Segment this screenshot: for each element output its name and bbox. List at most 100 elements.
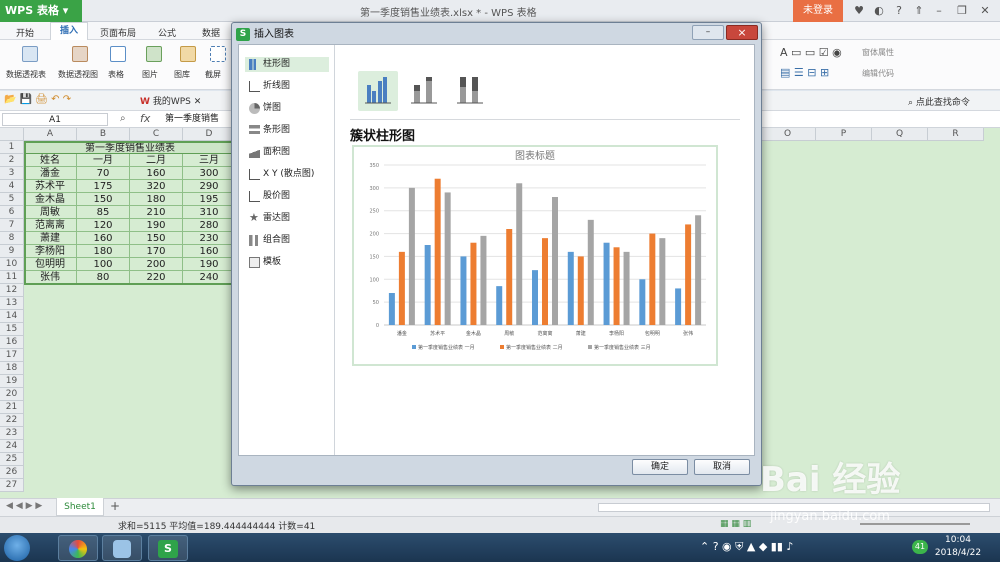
table-cell[interactable]: 240 xyxy=(183,271,236,284)
table-cell[interactable]: 范离离 xyxy=(24,219,77,232)
table-cell[interactable]: 180 xyxy=(130,193,183,206)
login-button[interactable]: 未登录 xyxy=(793,0,843,22)
menu-page-layout[interactable]: 页面布局 xyxy=(100,26,136,39)
menu-data[interactable]: 数据 xyxy=(202,26,220,39)
picture-button[interactable] xyxy=(146,46,162,62)
restore-icon[interactable]: ❐ xyxy=(955,4,969,17)
view-mode-icons[interactable]: ▦ ▦ ▥ xyxy=(720,519,751,529)
table-cell[interactable]: 220 xyxy=(130,271,183,284)
table-cell[interactable]: 70 xyxy=(77,167,130,180)
row-header[interactable]: 17 xyxy=(0,349,24,362)
column-header[interactable]: Q xyxy=(872,128,928,141)
percent-stacked-column-option[interactable] xyxy=(450,71,490,111)
name-box[interactable]: A1 xyxy=(2,113,108,126)
row-header[interactable]: 21 xyxy=(0,401,24,414)
minimize-icon[interactable]: – xyxy=(932,4,946,17)
row-header[interactable]: 19 xyxy=(0,375,24,388)
table-cell[interactable]: 80 xyxy=(77,271,130,284)
table-cell[interactable]: 包明明 xyxy=(24,258,77,271)
form-controls-icons[interactable]: ▤ ☰ ⊟ ⊞ xyxy=(780,66,829,79)
menu-formula[interactable]: 公式 xyxy=(158,26,176,39)
table-cell[interactable]: 100 xyxy=(77,258,130,271)
chart-type-line[interactable]: 折线图 xyxy=(245,79,329,94)
help-icon[interactable]: ? xyxy=(892,4,906,17)
table-title-cell[interactable]: 第一季度销售业绩表 xyxy=(24,141,236,154)
table-header-cell[interactable]: 姓名 xyxy=(24,154,77,167)
table-header-cell[interactable]: 一月 xyxy=(77,154,130,167)
table-cell[interactable]: 210 xyxy=(130,206,183,219)
taskbar-app-paint[interactable] xyxy=(102,535,142,561)
chart-type-template[interactable]: 模板 xyxy=(245,255,329,270)
row-header[interactable]: 13 xyxy=(0,297,24,310)
chart-type-area[interactable]: 面积图 xyxy=(245,145,329,160)
dialog-close-button[interactable]: × xyxy=(726,25,758,40)
chart-type-combo[interactable]: 组合图 xyxy=(245,233,329,248)
cancel-button[interactable]: 取消 xyxy=(694,459,750,475)
row-header[interactable]: 18 xyxy=(0,362,24,375)
table-cell[interactable]: 175 xyxy=(77,180,130,193)
row-header[interactable]: 23 xyxy=(0,427,24,440)
table-cell[interactable]: 金木晶 xyxy=(24,193,77,206)
clustered-column-option[interactable] xyxy=(358,71,398,111)
table-cell[interactable]: 苏术平 xyxy=(24,180,77,193)
add-sheet-button[interactable]: + xyxy=(110,499,120,513)
row-header[interactable]: 1 xyxy=(0,141,24,154)
row-header[interactable]: 27 xyxy=(0,479,24,492)
table-header-cell[interactable]: 二月 xyxy=(130,154,183,167)
column-header[interactable]: B xyxy=(77,128,130,141)
table-cell[interactable]: 160 xyxy=(183,245,236,258)
row-header[interactable]: 16 xyxy=(0,336,24,349)
column-header[interactable]: C xyxy=(130,128,183,141)
edit-code-button[interactable]: 编辑代码 xyxy=(862,68,894,79)
column-header[interactable]: A xyxy=(24,128,77,141)
row-header[interactable]: 4 xyxy=(0,180,24,193)
chart-type-pie[interactable]: 饼图 xyxy=(245,101,329,116)
clock-time[interactable]: 10:04 xyxy=(928,535,988,545)
chart-type-scatter[interactable]: X Y (散点图) xyxy=(245,167,329,182)
row-header[interactable]: 6 xyxy=(0,206,24,219)
table-cell[interactable]: 280 xyxy=(183,219,236,232)
stacked-column-option[interactable] xyxy=(404,71,444,111)
table-cell[interactable]: 290 xyxy=(183,180,236,193)
formula-input[interactable]: 第一季度销售 xyxy=(165,113,235,126)
ok-button[interactable]: 确定 xyxy=(632,459,688,475)
table-cell[interactable]: 195 xyxy=(183,193,236,206)
tray-counter-badge[interactable]: 41 xyxy=(912,540,928,554)
table-cell[interactable]: 190 xyxy=(130,219,183,232)
menu-insert[interactable]: 插入 xyxy=(50,22,88,41)
table-cell[interactable]: 170 xyxy=(130,245,183,258)
menu-home[interactable]: 开始 xyxy=(16,26,34,39)
column-header[interactable]: O xyxy=(760,128,816,141)
column-header[interactable]: R xyxy=(928,128,984,141)
row-header[interactable]: 9 xyxy=(0,245,24,258)
fx-label[interactable]: fx xyxy=(140,112,150,125)
zoom-icon[interactable]: ⌕ xyxy=(120,113,126,124)
row-header[interactable]: 24 xyxy=(0,440,24,453)
table-cell[interactable]: 230 xyxy=(183,232,236,245)
table-header-cell[interactable]: 三月 xyxy=(183,154,236,167)
sheet-tab[interactable]: Sheet1 xyxy=(56,498,104,516)
row-header[interactable]: 7 xyxy=(0,219,24,232)
row-header[interactable]: 12 xyxy=(0,284,24,297)
shape-tools-icons[interactable]: A ▭ ▭ ☑ ◉ xyxy=(780,46,842,59)
pivot-chart-button[interactable] xyxy=(72,46,88,62)
clock-date[interactable]: 2018/4/22 xyxy=(928,548,988,558)
row-header[interactable]: 3 xyxy=(0,167,24,180)
chart-type-radar[interactable]: ★ 雷达图 xyxy=(245,211,329,226)
row-header[interactable]: 8 xyxy=(0,232,24,245)
chart-type-column[interactable]: 柱形图 xyxy=(245,57,329,72)
table-cell[interactable]: 150 xyxy=(77,193,130,206)
row-header[interactable]: 2 xyxy=(0,154,24,167)
table-cell[interactable]: 潘金 xyxy=(24,167,77,180)
table-cell[interactable]: 200 xyxy=(130,258,183,271)
table-cell[interactable]: 120 xyxy=(77,219,130,232)
my-wps-tab[interactable]: W 我的WPS ✕ xyxy=(140,94,201,107)
gallery-button[interactable] xyxy=(180,46,196,62)
screenshot-button[interactable] xyxy=(210,46,226,62)
row-header[interactable]: 10 xyxy=(0,258,24,271)
tray-icons[interactable]: ⌃ ? ◉ ⛨ ▲ ◆ ▮▮ ♪ xyxy=(700,540,793,554)
table-cell[interactable]: 320 xyxy=(130,180,183,193)
row-header[interactable]: 15 xyxy=(0,323,24,336)
table-cell[interactable]: 310 xyxy=(183,206,236,219)
wps-app-button[interactable]: WPS 表格 ▾ xyxy=(0,0,82,22)
